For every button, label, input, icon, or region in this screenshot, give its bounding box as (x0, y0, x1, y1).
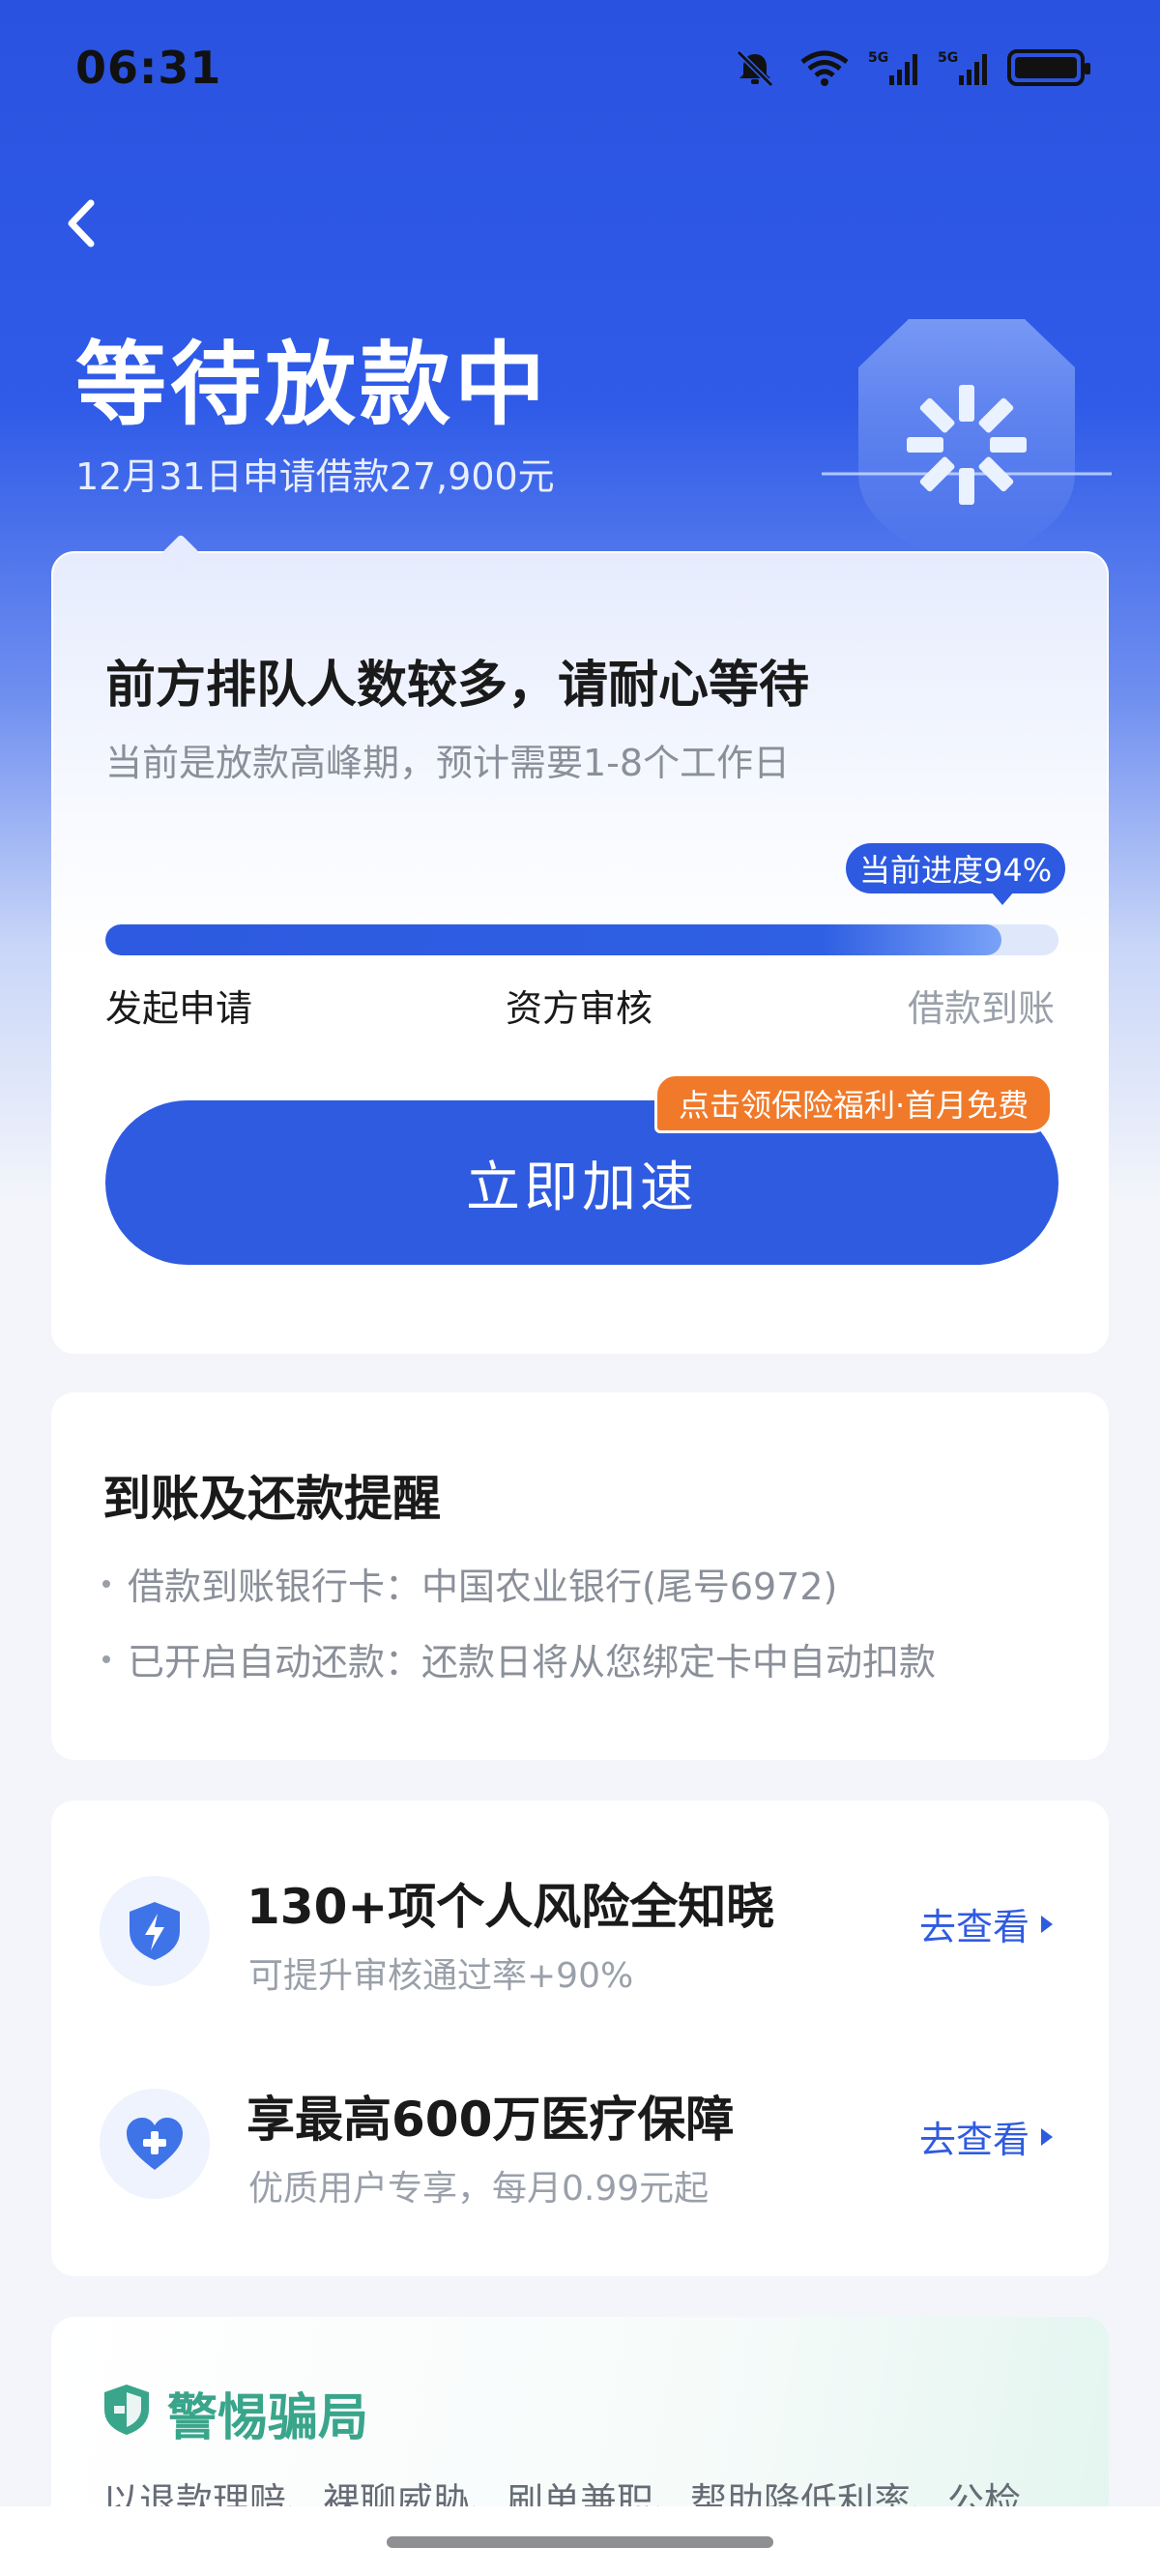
view-risk-link[interactable]: 去查看 (919, 1897, 1053, 1950)
progress-bar-fill (105, 924, 1001, 955)
shield-alert-icon (104, 2385, 149, 2435)
queue-headline: 前方排队人数较多，请耐心等待 (105, 657, 810, 715)
svg-text:5G: 5G (938, 50, 958, 66)
loan-application-summary: 12月31日申请借款27,900元 (75, 455, 555, 498)
reminder-line-auto-repay: 已开启自动还款：还款日将从您绑定卡中自动扣款 (102, 1632, 936, 1685)
bullet-dot (102, 1579, 110, 1588)
wifi-icon (800, 50, 849, 86)
view-medical-link[interactable]: 去查看 (919, 2110, 1053, 2163)
service-risk-report[interactable]: 130+项个人风险全知晓 可提升审核通过率+90% 去查看 (51, 1868, 1109, 2013)
service-medical-coverage[interactable]: 享最高600万医疗保障 优质用户专享，每月0.99元起 去查看 (51, 2081, 1109, 2226)
reminder-line-bank-card: 借款到账银行卡：中国农业银行(尾号6972) (102, 1557, 837, 1610)
triangle-right-icon (1041, 2127, 1053, 2146)
status-bar: 06:31 5G 5G (0, 0, 1160, 135)
lightning-shield-icon (130, 1902, 180, 1960)
page-title: 等待放款中 (75, 333, 550, 438)
repayment-reminder-card: 到账及还款提醒 借款到账银行卡：中国农业银行(尾号6972) 已开启自动还款：还… (51, 1392, 1109, 1760)
heart-plus-icon (127, 2118, 183, 2170)
signal-5g-icon-2: 5G (938, 50, 987, 85)
services-card: 130+项个人风险全知晓 可提升审核通过率+90% 去查看 享最高600万医疗保… (51, 1800, 1109, 2276)
bullet-dot (102, 1654, 110, 1663)
step-disbursed: 借款到账 (907, 987, 1055, 1030)
battery-icon (1007, 49, 1090, 86)
progress-bar (105, 924, 1058, 955)
insurance-promo-tag[interactable]: 点击领保险福利·首月免费 (654, 1073, 1054, 1133)
step-apply: 发起申请 (105, 987, 253, 1030)
triangle-right-icon (1041, 1915, 1053, 1933)
status-time: 06:31 (75, 42, 222, 94)
service-subtitle: 优质用户专享，每月0.99元起 (248, 2169, 710, 2209)
fraud-warning-title: 警惕骗局 (167, 2389, 369, 2447)
view-link-label: 去查看 (918, 2119, 1030, 2161)
step-review: 资方审核 (506, 987, 653, 1030)
svg-text:5G: 5G (868, 50, 888, 66)
bank-card-text: 借款到账银行卡：中国农业银行(尾号6972) (128, 1566, 838, 1608)
service-icon-bg (100, 2089, 210, 2199)
home-indicator[interactable] (387, 2536, 773, 2548)
view-link-label: 去查看 (918, 1906, 1030, 1948)
service-icon-bg (100, 1876, 210, 1986)
back-arrow-icon[interactable] (52, 190, 110, 257)
service-title: 130+项个人风险全知晓 (246, 1879, 775, 1935)
signal-5g-icon-1: 5G (868, 50, 917, 85)
auto-repay-text: 已开启自动还款：还款日将从您绑定卡中自动扣款 (128, 1641, 937, 1683)
shield-emblem-icon (822, 319, 1112, 571)
service-subtitle: 可提升审核通过率+90% (248, 1956, 634, 1996)
reminder-title: 到账及还款提醒 (102, 1471, 441, 1527)
service-title: 享最高600万医疗保障 (246, 2092, 735, 2148)
loan-progress-card: 前方排队人数较多，请耐心等待 当前是放款高峰期，预计需要1-8个工作日 当前进度… (51, 534, 1109, 1354)
queue-description: 当前是放款高峰期，预计需要1-8个工作日 (105, 742, 791, 784)
progress-percentage-badge: 当前进度94% (846, 843, 1066, 905)
mute-bell-icon (736, 49, 774, 87)
status-icons: 5G 5G (729, 48, 1090, 87)
